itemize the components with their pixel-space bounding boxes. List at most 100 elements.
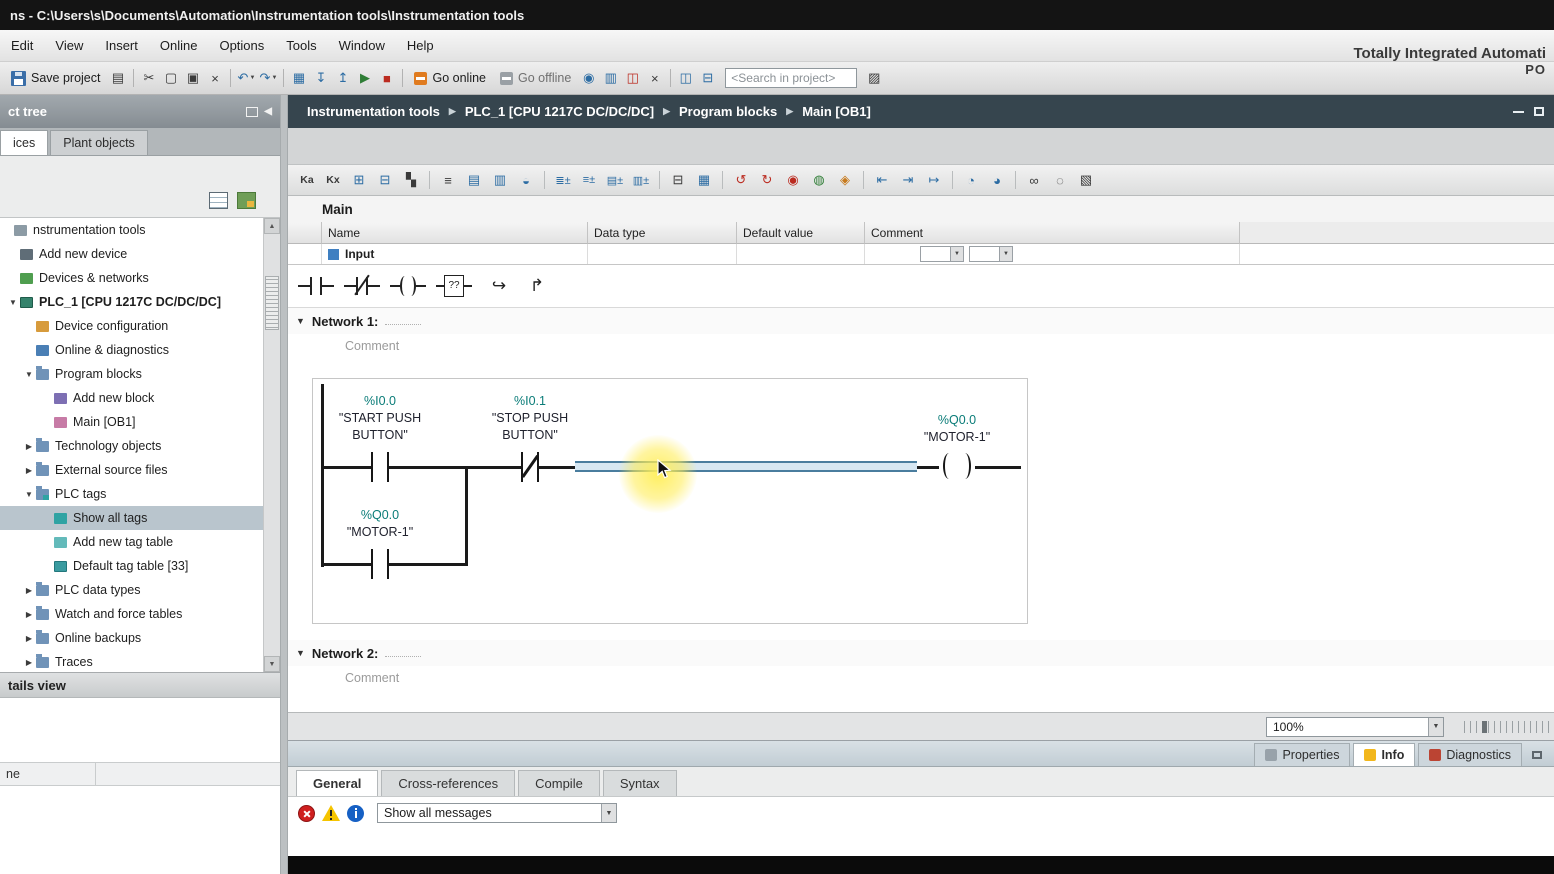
grid-view-icon[interactable] bbox=[209, 192, 228, 209]
menu-item[interactable]: Online bbox=[149, 30, 209, 61]
collapse-panel-icon[interactable]: ◀ bbox=[264, 106, 272, 117]
overview-icon[interactable] bbox=[237, 192, 256, 209]
coil-icon[interactable] bbox=[388, 272, 428, 300]
panel-tab[interactable]: Info bbox=[1353, 743, 1416, 766]
close-branch-icon[interactable]: ↱ bbox=[522, 272, 552, 300]
branch-wire[interactable] bbox=[321, 563, 467, 566]
goto-definition-icon[interactable]: ◉ bbox=[782, 169, 804, 191]
split-columns-icon[interactable]: ▤ bbox=[463, 169, 485, 191]
tree-item[interactable]: ▶ Watch and force tables bbox=[0, 602, 280, 626]
redo-icon[interactable]: ↷ ▼ bbox=[258, 68, 278, 88]
inline-dropdown[interactable]: ▼ bbox=[969, 246, 1013, 262]
status-display-icon[interactable]: ▦ bbox=[693, 169, 715, 191]
favorites-toggle-icon[interactable]: ⊟ bbox=[667, 169, 689, 191]
split-editor-horizontal-icon[interactable]: ⊟ bbox=[698, 68, 718, 88]
start-simulation-icon[interactable]: ▥ bbox=[601, 68, 621, 88]
compile-icon[interactable]: ▦ bbox=[289, 68, 309, 88]
panel-splitter[interactable] bbox=[280, 95, 288, 128]
expand-networks-icon[interactable]: ≣± bbox=[552, 169, 574, 191]
menu-item[interactable]: Window bbox=[328, 30, 396, 61]
chevron-down-icon[interactable]: ▼ bbox=[1428, 717, 1443, 736]
expander-arrow-icon[interactable]: ▼ bbox=[22, 490, 36, 499]
jump-to-start-icon[interactable]: ⇤ bbox=[871, 169, 893, 191]
go-online-button[interactable]: Go online bbox=[407, 71, 493, 85]
update-block-calls-icon[interactable]: ◍ bbox=[808, 169, 830, 191]
column-header[interactable]: Data type bbox=[588, 222, 737, 244]
nc-contact-stop-button[interactable] bbox=[521, 452, 539, 482]
chevron-down-icon[interactable]: ▼ bbox=[601, 804, 616, 822]
no-contact-start-button[interactable] bbox=[371, 452, 389, 482]
stop-cpu-icon[interactable]: ■ bbox=[377, 68, 397, 88]
tree-item[interactable]: Show all tags bbox=[0, 506, 280, 530]
absolute-operands-icon[interactable]: Ka bbox=[296, 169, 318, 191]
copy-icon[interactable]: ▢ bbox=[161, 68, 181, 88]
zoom-dropdown[interactable]: 100% ▼ bbox=[1266, 716, 1444, 737]
add-row-icon[interactable]: ⊟ bbox=[374, 169, 396, 191]
minimize-panel-icon[interactable] bbox=[1513, 110, 1524, 113]
insert-connection-icon[interactable]: ▚ bbox=[400, 169, 422, 191]
error-filter-icon[interactable] bbox=[298, 804, 315, 822]
insert-row-icon[interactable]: ⊞ bbox=[348, 169, 370, 191]
menu-item[interactable]: Options bbox=[208, 30, 275, 61]
info-subtab[interactable]: General bbox=[296, 770, 379, 796]
next-error-icon[interactable]: ↻ bbox=[756, 169, 778, 191]
menu-item[interactable]: Edit bbox=[0, 30, 44, 61]
output-coil-motor[interactable] bbox=[939, 451, 975, 482]
print-icon[interactable]: ▤ bbox=[108, 68, 128, 88]
close-comments-icon[interactable]: ▥± bbox=[630, 169, 652, 191]
info-subtab[interactable]: Cross-references bbox=[381, 770, 516, 796]
start-cpu-icon[interactable]: ▶ bbox=[355, 68, 375, 88]
expander-arrow-icon[interactable]: ▼ bbox=[22, 370, 36, 379]
align-rows-icon[interactable]: ≡ bbox=[437, 169, 459, 191]
library-icon[interactable]: ▧ bbox=[1075, 169, 1097, 191]
tree-item[interactable]: Default tag table [33] bbox=[0, 554, 280, 578]
expand-panel-icon[interactable] bbox=[1528, 743, 1546, 766]
panel-splitter[interactable] bbox=[280, 128, 288, 874]
network-title-placeholder[interactable] bbox=[385, 324, 422, 325]
tree-item[interactable]: ▶ Online backups bbox=[0, 626, 280, 650]
undo-icon[interactable]: ↶ ▼ bbox=[236, 68, 256, 88]
menu-item[interactable]: Tools bbox=[275, 30, 327, 61]
column-header[interactable]: Comment bbox=[865, 222, 1240, 244]
tree-item[interactable]: ▶ External source files bbox=[0, 458, 280, 482]
expander-arrow-icon[interactable]: ▶ bbox=[22, 610, 36, 619]
tree-item[interactable]: ▶ Technology objects bbox=[0, 434, 280, 458]
message-filter-dropdown[interactable]: Show all messages ▼ bbox=[377, 803, 617, 823]
tree-item[interactable]: Device configuration bbox=[0, 314, 280, 338]
operand-name[interactable]: "MOTOR-1" bbox=[330, 524, 430, 541]
sidebar-tab[interactable]: ices bbox=[0, 130, 49, 155]
tree-item[interactable]: Add new tag table bbox=[0, 530, 280, 554]
empty-box-icon[interactable]: ?? bbox=[434, 272, 474, 300]
paste-icon[interactable]: ▣ bbox=[183, 68, 203, 88]
no-contact-motor-latch[interactable] bbox=[371, 549, 389, 579]
panel-tab[interactable]: Diagnostics bbox=[1418, 743, 1522, 766]
tree-item[interactable]: Online & diagnostics bbox=[0, 338, 280, 362]
network-2-comment[interactable]: Comment bbox=[288, 666, 1554, 690]
branch-riser-wire[interactable] bbox=[465, 466, 468, 566]
cross-references-icon[interactable]: × bbox=[645, 68, 665, 88]
network-1-header[interactable]: ▼ Network 1: bbox=[288, 308, 1554, 334]
menu-item[interactable]: Help bbox=[396, 30, 445, 61]
expander-arrow-icon[interactable]: ▼ bbox=[6, 298, 20, 307]
scroll-down-icon[interactable]: ▼ bbox=[264, 656, 280, 672]
tree-item[interactable]: Add new device bbox=[0, 242, 280, 266]
operand-address[interactable]: %Q0.0 bbox=[330, 507, 430, 524]
no-contact-icon[interactable] bbox=[296, 272, 336, 300]
tree-item[interactable]: ▶ Traces bbox=[0, 650, 280, 672]
cut-icon[interactable]: ✂ bbox=[139, 68, 159, 88]
menu-item[interactable]: Insert bbox=[94, 30, 149, 61]
inline-dropdown[interactable]: ▼ bbox=[920, 246, 964, 262]
tree-item[interactable]: ▼ PLC_1 [CPU 1217C DC/DC/DC] bbox=[0, 290, 280, 314]
warning-filter-icon[interactable] bbox=[322, 805, 340, 821]
chevron-down-icon[interactable]: ▼ bbox=[999, 247, 1012, 261]
open-branch-icon[interactable]: ↪ bbox=[484, 272, 514, 300]
info-subtab[interactable]: Syntax bbox=[602, 770, 677, 796]
expander-arrow-icon[interactable]: ▶ bbox=[22, 658, 36, 667]
library-view-icon[interactable]: ▨ bbox=[864, 68, 884, 88]
merge-columns-icon[interactable]: ▥ bbox=[489, 169, 511, 191]
call-structure-icon[interactable]: ∞ bbox=[1023, 169, 1045, 191]
tree-scrollbar[interactable]: ▲ ▼ bbox=[263, 218, 280, 672]
monitoring-on-icon[interactable]: ◔ bbox=[960, 169, 982, 191]
collapse-network-icon[interactable]: ▼ bbox=[296, 316, 305, 326]
tree-item[interactable]: ▼ Program blocks bbox=[0, 362, 280, 386]
